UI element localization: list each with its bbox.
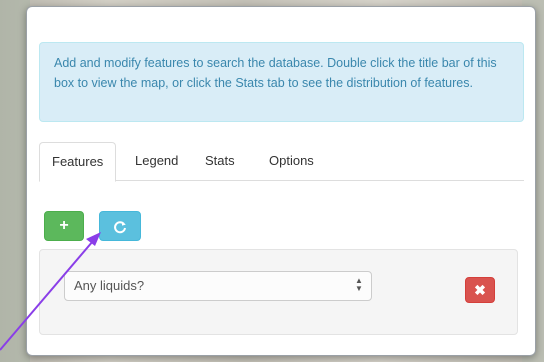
tab-legend[interactable]: Legend: [123, 142, 190, 181]
close-icon: ✖: [474, 282, 486, 298]
tab-features[interactable]: Features: [39, 142, 117, 182]
tab-bar: Features Legend Stats Options: [39, 142, 524, 182]
tab-label: Options: [269, 153, 314, 168]
info-text: Add and modify features to search the da…: [54, 56, 497, 90]
tab-label: Features: [52, 154, 104, 169]
add-feature-button[interactable]: +: [44, 211, 84, 241]
tab-options[interactable]: Options: [257, 142, 326, 181]
remove-feature-button[interactable]: ✖: [465, 277, 495, 303]
select-arrows-icon: ▲ ▼: [355, 276, 363, 293]
tab-label: Legend: [135, 153, 179, 168]
features-dialog: Add and modify features to search the da…: [26, 6, 536, 356]
feature-row: Any liquids? ▲ ▼ ✖: [39, 249, 518, 335]
feature-select-value: Any liquids?: [74, 278, 145, 293]
dialog-title-bar[interactable]: [27, 7, 535, 37]
info-alert: Add and modify features to search the da…: [39, 42, 524, 122]
refresh-icon: [114, 221, 126, 234]
tab-stats[interactable]: Stats: [193, 142, 247, 181]
plus-icon: +: [59, 217, 69, 234]
tab-label: Stats: [205, 153, 235, 168]
feature-select[interactable]: Any liquids? ▲ ▼: [64, 271, 372, 301]
refresh-button[interactable]: [99, 211, 141, 241]
